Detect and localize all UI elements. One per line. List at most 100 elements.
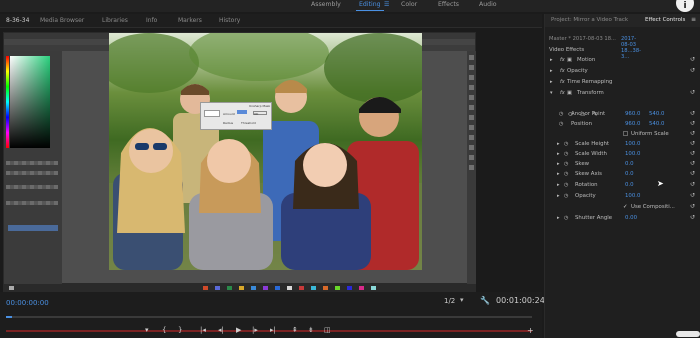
time-ruler[interactable] bbox=[6, 316, 532, 318]
reset-icon[interactable]: ↺ bbox=[690, 160, 695, 167]
param-use-composition-shutter[interactable]: ✓ Use Compositi... ↺ bbox=[545, 203, 700, 214]
param-value-x[interactable]: 960.0 bbox=[625, 121, 640, 127]
playback-resolution[interactable]: 1/2 bbox=[444, 297, 455, 305]
in-point-icon[interactable]: { bbox=[162, 326, 166, 334]
param-skew[interactable]: ▸ ◷ Skew 0.0 ↺ bbox=[545, 160, 700, 171]
expand-triangle-icon[interactable]: ▸ bbox=[557, 151, 560, 157]
tab-media-browser[interactable]: Media Browser bbox=[40, 17, 84, 24]
checkmark-icon[interactable]: ✓ bbox=[623, 204, 628, 210]
dialog-amount-field[interactable] bbox=[237, 110, 247, 114]
param-value[interactable]: 0.0 bbox=[625, 161, 634, 167]
playhead-timecode[interactable]: 00:00:00:00 bbox=[6, 299, 49, 307]
param-scale-height[interactable]: ▸ ◷ Scale Height 100.0 ↺ bbox=[545, 140, 700, 151]
reset-icon[interactable]: ↺ bbox=[690, 150, 695, 157]
lift-icon[interactable]: ⇞ bbox=[292, 326, 298, 334]
reset-icon[interactable]: ↺ bbox=[690, 120, 695, 127]
stopwatch-icon[interactable]: ◷ bbox=[559, 111, 563, 117]
param-opacity[interactable]: ▸ ◷ Opacity 100.0 ↺ bbox=[545, 192, 700, 203]
expand-triangle-icon[interactable]: ▸ bbox=[557, 193, 560, 199]
param-value[interactable]: 100.0 bbox=[625, 151, 640, 157]
reset-icon[interactable]: ↺ bbox=[690, 130, 695, 137]
effect-row-motion[interactable]: ▸ fx ▣ Motion ↺ bbox=[545, 56, 700, 67]
expand-triangle-icon[interactable]: ▸ bbox=[550, 79, 553, 85]
clip-selector[interactable]: Master * 2017-08-03 18... 2017-08-03 18.… bbox=[549, 36, 641, 60]
param-scale-width[interactable]: ▸ ◷ Scale Width 100.0 ↺ bbox=[545, 150, 700, 161]
param-uniform-scale[interactable]: Uniform Scale ↺ bbox=[545, 130, 700, 141]
expand-triangle-icon[interactable]: ▸ bbox=[557, 182, 560, 188]
tab-history[interactable]: History bbox=[219, 17, 240, 24]
zoom-bar[interactable] bbox=[6, 330, 532, 332]
param-value-x[interactable]: 960.0 bbox=[625, 111, 640, 117]
reset-icon[interactable]: ↺ bbox=[690, 192, 695, 199]
stopwatch-icon[interactable]: ◷ bbox=[564, 171, 568, 177]
param-shutter-angle[interactable]: ▸ ◷ Shutter Angle 0.00 ↺ bbox=[545, 214, 700, 225]
param-value[interactable]: 0.00 bbox=[625, 215, 637, 221]
reset-icon[interactable]: ↺ bbox=[690, 56, 695, 63]
param-value[interactable]: 100.0 bbox=[625, 141, 640, 147]
collapse-triangle-icon[interactable]: ▾ bbox=[550, 90, 553, 96]
out-point-icon[interactable]: } bbox=[178, 326, 182, 334]
expand-triangle-icon[interactable]: ▸ bbox=[550, 57, 553, 63]
param-anchor-point[interactable]: ◷ Anchor Point 960.0 540.0 ↺ bbox=[545, 110, 700, 121]
reset-icon[interactable]: ↺ bbox=[690, 203, 695, 210]
workspace-assembly[interactable]: Assembly bbox=[311, 1, 341, 8]
param-value[interactable]: 100.0 bbox=[625, 193, 640, 199]
go-to-out-icon[interactable]: ▸| bbox=[270, 326, 276, 334]
expand-triangle-icon[interactable]: ▸ bbox=[557, 215, 560, 221]
tab-source[interactable]: 8-36-34 bbox=[6, 17, 29, 24]
panel-scrollbar[interactable] bbox=[676, 331, 700, 337]
fx-badge[interactable]: fx bbox=[560, 57, 565, 63]
reset-icon[interactable]: ↺ bbox=[690, 214, 695, 221]
workspace-audio[interactable]: Audio bbox=[479, 1, 497, 8]
workspace-editing[interactable]: Editing bbox=[359, 1, 381, 8]
reset-icon[interactable]: ↺ bbox=[690, 67, 695, 74]
fx-badge[interactable]: fx bbox=[560, 68, 565, 74]
effect-row-transform[interactable]: ▾ fx ▣ Transform ↺ bbox=[545, 89, 700, 100]
tab-effect-controls[interactable]: Effect Controls bbox=[645, 17, 685, 23]
param-position[interactable]: ◷ Position 960.0 540.0 ↺ bbox=[545, 120, 700, 131]
stopwatch-icon[interactable]: ◷ bbox=[559, 121, 563, 127]
effect-row-time-remapping[interactable]: ▸ fx Time Remapping bbox=[545, 79, 700, 89]
stopwatch-icon[interactable]: ◷ bbox=[564, 215, 568, 221]
menu-lines-icon[interactable]: ≡ bbox=[691, 16, 696, 23]
param-value[interactable]: 0.0 bbox=[625, 171, 634, 177]
tab-libraries[interactable]: Libraries bbox=[102, 17, 128, 24]
param-skew-axis[interactable]: ▸ ◷ Skew Axis 0.0 ↺ bbox=[545, 170, 700, 181]
step-forward-icon[interactable]: |▸ bbox=[252, 326, 258, 334]
export-frame-icon[interactable]: ◫ bbox=[324, 326, 331, 334]
stopwatch-icon[interactable]: ◷ bbox=[564, 182, 568, 188]
step-back-icon[interactable]: ◂| bbox=[218, 326, 224, 334]
stopwatch-icon[interactable]: ◷ bbox=[564, 161, 568, 167]
expand-triangle-icon[interactable]: ▸ bbox=[557, 141, 560, 147]
reset-icon[interactable]: ↺ bbox=[690, 181, 695, 188]
tab-info[interactable]: Info bbox=[146, 17, 157, 24]
add-button-icon[interactable]: + bbox=[527, 326, 534, 335]
uniform-scale-checkbox[interactable] bbox=[623, 131, 628, 136]
stopwatch-icon[interactable]: ◷ bbox=[564, 141, 568, 147]
reset-icon[interactable]: ↺ bbox=[690, 140, 695, 147]
reset-icon[interactable]: ↺ bbox=[690, 110, 695, 117]
expand-triangle-icon[interactable]: ▸ bbox=[550, 68, 553, 74]
dialog-ok-button[interactable]: OK bbox=[253, 111, 267, 116]
expand-triangle-icon[interactable]: ▸ bbox=[557, 171, 560, 177]
param-value-y[interactable]: 540.0 bbox=[649, 111, 664, 117]
marker-icon[interactable]: ▾ bbox=[145, 326, 149, 334]
stopwatch-icon[interactable]: ◷ bbox=[564, 151, 568, 157]
param-rotation[interactable]: ▸ ◷ Rotation 0.0 ↺ bbox=[545, 181, 700, 192]
go-to-in-icon[interactable]: |◂ bbox=[200, 326, 206, 334]
fx-badge[interactable]: fx bbox=[560, 90, 565, 96]
hamburger-icon[interactable]: ☰ bbox=[384, 1, 389, 8]
extract-icon[interactable]: ⇟ bbox=[308, 326, 314, 334]
param-value-y[interactable]: 540.0 bbox=[649, 121, 664, 127]
reset-icon[interactable]: ↺ bbox=[690, 89, 695, 96]
chevron-down-icon[interactable]: ▾ bbox=[460, 296, 464, 304]
expand-triangle-icon[interactable]: ▸ bbox=[557, 161, 560, 167]
tab-markers[interactable]: Markers bbox=[178, 17, 202, 24]
effect-row-opacity[interactable]: ▸ fx Opacity ↺ bbox=[545, 67, 700, 78]
workspace-color[interactable]: Color bbox=[401, 1, 417, 8]
tab-project[interactable]: Project: Mirror a Video Track bbox=[551, 17, 628, 23]
workspace-effects[interactable]: Effects bbox=[438, 1, 459, 8]
play-icon[interactable]: ▶ bbox=[236, 326, 241, 334]
param-value[interactable]: 0.0 bbox=[625, 182, 634, 188]
reset-icon[interactable]: ↺ bbox=[690, 170, 695, 177]
